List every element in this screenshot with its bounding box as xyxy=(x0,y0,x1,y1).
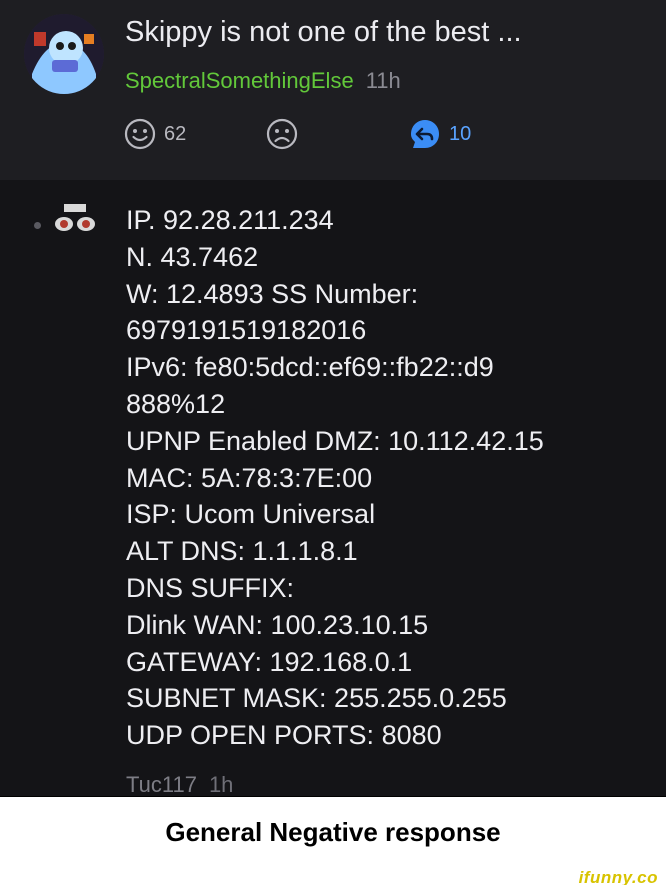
reply-line: 6979191519182016 xyxy=(126,315,367,346)
smile-icon xyxy=(124,118,156,150)
reply-line: N. 43.7462 xyxy=(126,241,259,272)
reply-line: DNS SUFFIX: xyxy=(126,572,295,603)
ifunny-logo: ifunny.co xyxy=(578,868,658,885)
reply-line: UDP OPEN PORTS: 8080 xyxy=(126,720,442,751)
frown-icon xyxy=(266,118,298,150)
caption-text: General Negative response xyxy=(165,816,501,847)
reply-line: IPv6: fe80:5dcd::ef69::fb22::d9 xyxy=(126,352,494,383)
reply-line: ALT DNS: 1.1.1.8.1 xyxy=(126,536,358,567)
reply-line: UPNP Enabled DMZ: 10.112.42.15 xyxy=(126,425,544,456)
reply-text: IP. 92.28.211.234 N. 43.7462 W: 12.4893 SS… xyxy=(126,202,544,754)
watermark-bar: ifunny.co xyxy=(0,867,666,885)
reply-line: 888%12 xyxy=(126,388,226,419)
comment-card: Skippy is not one of the best ... Spectr… xyxy=(0,0,666,180)
reply-line: ISP: Ucom Universal xyxy=(126,499,376,530)
comment-author-name[interactable]: SpectralSomethingElse xyxy=(125,68,354,93)
smile-button[interactable]: 62 xyxy=(124,118,186,150)
reply-time: 1h xyxy=(208,772,234,797)
comment-text: Skippy is not one of the best ... xyxy=(125,16,522,48)
thread-bullet xyxy=(34,222,41,229)
reply-line: SUBNET MASK: 255.255.0.255 xyxy=(126,683,507,714)
reply-line: IP. 92.28.211.234 xyxy=(126,205,334,235)
reply-line: W: 12.4893 SS Number: xyxy=(126,278,419,309)
reply-avatar[interactable] xyxy=(52,202,98,236)
reply-author-line: Tuc117 1h xyxy=(126,772,233,798)
reply-line: MAC: 5A:78:3:7E:00 xyxy=(126,462,373,493)
reply-card: IP. 92.28.211.234 N. 43.7462 W: 12.4893 SS… xyxy=(0,180,666,798)
reply-author-name[interactable]: Tuc117 xyxy=(126,772,197,797)
reply-button[interactable]: 10 xyxy=(409,118,471,150)
smile-count: 62 xyxy=(164,122,187,145)
unsmile-button[interactable] xyxy=(266,118,298,150)
meme-caption: General Negative response xyxy=(0,797,666,867)
commenter-avatar[interactable] xyxy=(24,14,104,94)
reply-count: 10 xyxy=(449,122,472,145)
reply-line: Dlink WAN: 100.23.10.15 xyxy=(126,609,429,640)
reply-line: GATEWAY: 192.168.0.1 xyxy=(126,646,413,677)
reply-icon xyxy=(411,120,439,148)
comment-time: 11h xyxy=(365,68,401,93)
comment-author-line: SpectralSomethingElse 11h xyxy=(125,68,401,94)
